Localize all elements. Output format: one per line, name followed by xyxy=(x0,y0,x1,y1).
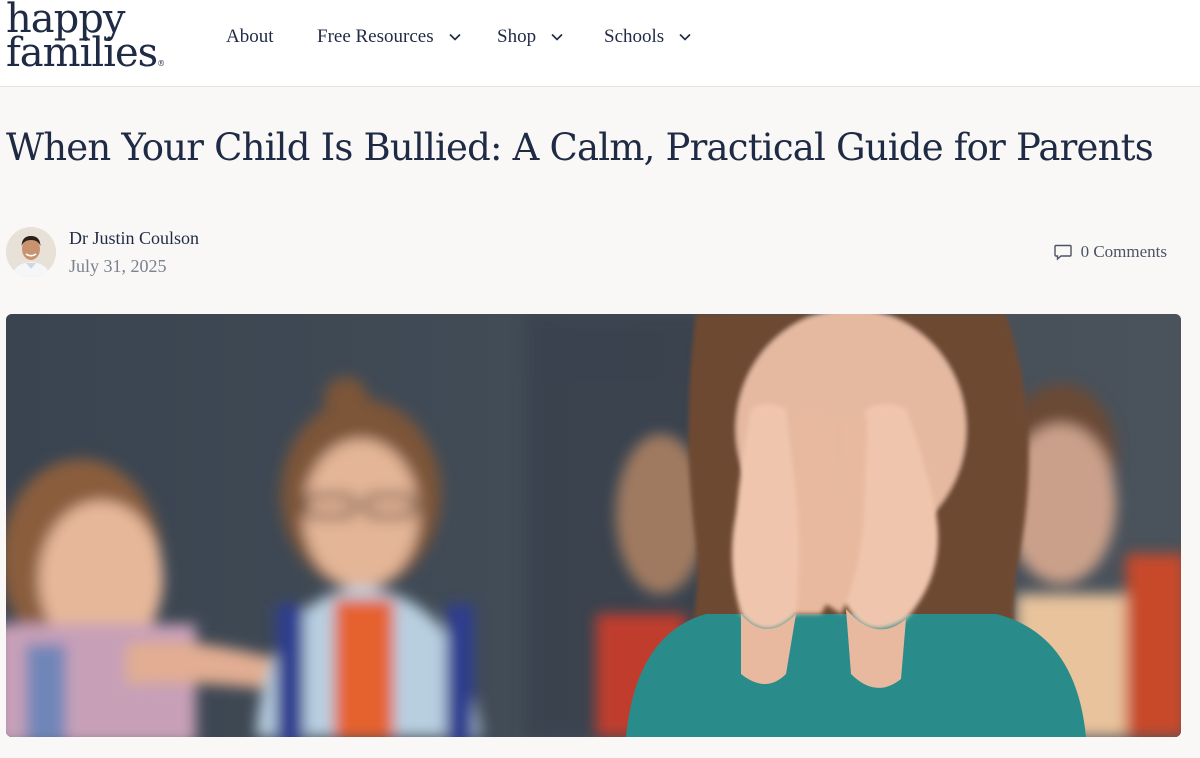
nav-item-label: About xyxy=(226,26,274,47)
author-name[interactable]: Dr Justin Coulson xyxy=(69,228,199,249)
nav-item-about[interactable]: About xyxy=(226,26,274,48)
registered-mark: ® xyxy=(157,59,166,68)
comment-bubble-icon xyxy=(1053,242,1073,262)
publish-date: July 31, 2025 xyxy=(69,256,167,276)
comments-link[interactable]: 0 Comments xyxy=(1053,242,1167,262)
nav-item-label: Free Resources xyxy=(317,26,434,47)
comments-count: 0 Comments xyxy=(1080,242,1167,261)
chevron-down-icon xyxy=(678,30,692,44)
hero-image xyxy=(6,314,1181,737)
author-avatar[interactable] xyxy=(6,227,56,277)
hero-photo xyxy=(6,314,1181,737)
nav-item-schools[interactable]: Schools xyxy=(604,26,692,48)
site-logo[interactable]: happy families® xyxy=(6,0,166,81)
site-header: happy families® About Free Resources Sho… xyxy=(0,0,1200,87)
chevron-down-icon xyxy=(448,30,462,44)
article-title: When Your Child Is Bullied: A Calm, Prac… xyxy=(6,126,1154,169)
nav-item-free-resources[interactable]: Free Resources xyxy=(317,26,462,48)
logo-line-2: families® xyxy=(6,30,166,76)
nav-item-label: Schools xyxy=(604,26,665,47)
chevron-down-icon xyxy=(550,30,564,44)
nav-item-shop[interactable]: Shop xyxy=(497,26,564,48)
nav-item-label: Shop xyxy=(497,26,537,47)
